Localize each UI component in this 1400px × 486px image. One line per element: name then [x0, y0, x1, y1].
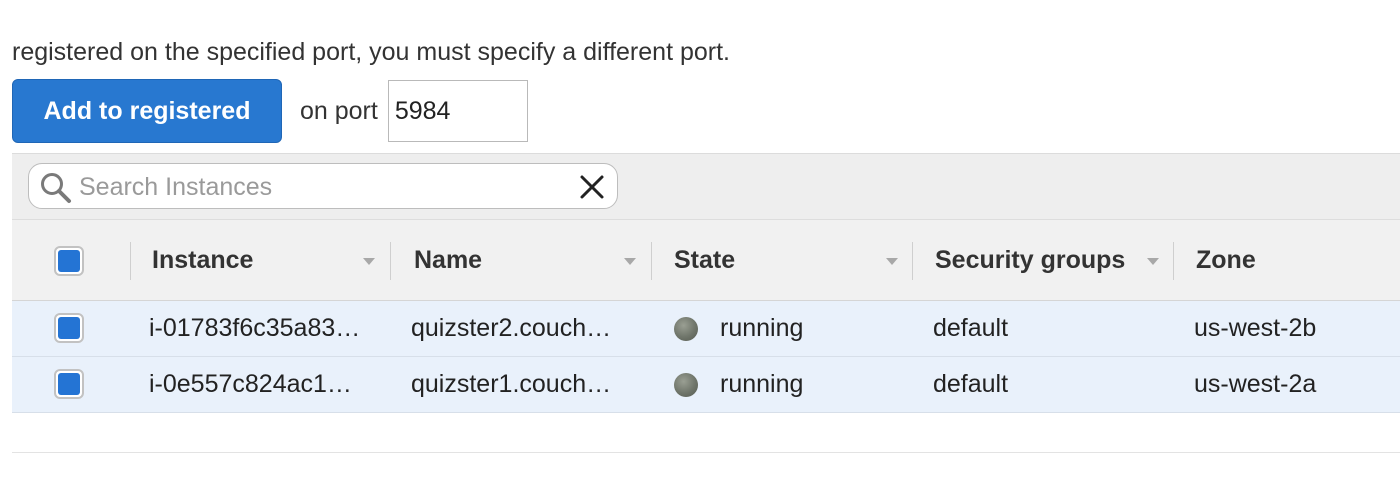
table-row[interactable]: i-01783f6c35a83… quizster2.couch… runnin… [12, 301, 1400, 357]
search-input[interactable] [77, 166, 561, 208]
column-divider [912, 242, 913, 280]
search-toolbar [12, 153, 1400, 220]
state-label: running [720, 314, 804, 342]
column-header-zone[interactable]: Zone [1196, 220, 1256, 300]
security-groups: default [933, 370, 1009, 398]
table-row[interactable]: i-0e557c824ac1… quizster1.couch… running… [12, 357, 1400, 413]
zone: us-west-2a [1194, 370, 1317, 398]
search-box[interactable] [28, 163, 618, 209]
instances-table: Instance Name State Security groups Zone… [12, 219, 1400, 413]
intro-line-2: registered on the specified port, you mu… [12, 38, 730, 66]
register-action-row: Add to registered on port [12, 79, 528, 143]
state-label: running [720, 370, 804, 398]
column-divider [130, 242, 131, 280]
add-to-registered-button[interactable]: Add to registered [12, 79, 282, 143]
row-checkbox[interactable] [54, 313, 84, 343]
table-header: Instance Name State Security groups Zone [12, 219, 1400, 301]
column-divider [651, 242, 652, 280]
column-header-name[interactable]: Name [414, 220, 482, 300]
intro-text: registered on the specified port, you mu… [12, 0, 1392, 74]
instance-name: quizster2.couch… [411, 314, 612, 342]
search-icon [41, 173, 71, 203]
column-header-state[interactable]: State [674, 220, 735, 300]
instance-id: i-01783f6c35a83… [149, 314, 361, 342]
clear-search-icon[interactable] [577, 172, 607, 202]
sort-caret-icon[interactable] [624, 258, 636, 265]
port-input[interactable] [387, 80, 528, 142]
column-header-security-groups[interactable]: Security groups [935, 220, 1125, 300]
column-divider [1173, 242, 1174, 280]
column-header-instance[interactable]: Instance [152, 220, 253, 300]
sort-caret-icon[interactable] [886, 258, 898, 265]
state-indicator-icon [674, 316, 698, 341]
state-indicator-icon [674, 372, 698, 397]
instance-state: running [674, 301, 803, 356]
intro-line-1-partial [12, 0, 1392, 30]
zone: us-west-2b [1194, 314, 1317, 342]
sort-caret-icon[interactable] [363, 258, 375, 265]
row-checkbox[interactable] [54, 369, 84, 399]
instance-name: quizster1.couch… [411, 370, 612, 398]
security-groups: default [933, 314, 1009, 342]
port-label: on port [300, 96, 378, 125]
select-all-checkbox[interactable] [54, 246, 84, 276]
sort-caret-icon[interactable] [1147, 258, 1159, 265]
instance-state: running [674, 357, 803, 412]
divider [12, 452, 1400, 453]
column-divider [390, 242, 391, 280]
instance-id: i-0e557c824ac1… [149, 370, 352, 398]
